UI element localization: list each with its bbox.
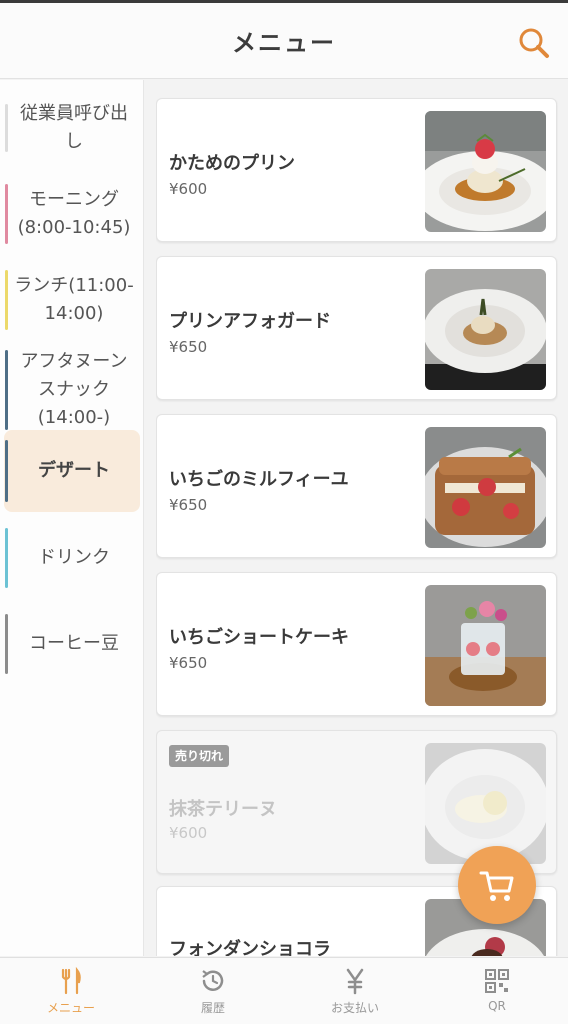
category-color-bar <box>5 614 8 674</box>
sold-out-badge: 売り切れ <box>169 745 230 767</box>
tab-qr[interactable]: QR <box>426 958 568 1024</box>
menu-item-name: フォンダンショコラ <box>169 939 331 956</box>
tab-label: メニュー <box>46 1001 95 1015</box>
tab-label: QR <box>488 999 506 1013</box>
tab-payment[interactable]: お支払い <box>284 958 426 1024</box>
category-sidebar: 従業員呼び出し モーニング(8:00-10:45) ランチ(11:00-14:0… <box>0 80 144 956</box>
category-color-bar <box>5 350 8 430</box>
sidebar-item-label: デザート <box>38 460 110 481</box>
menu-list: かためのプリン ¥600 プリンアフォガード ¥650 いちごのミルフィーユ ¥… <box>156 80 558 956</box>
cart-button[interactable] <box>458 846 536 924</box>
category-color-bar <box>5 270 8 330</box>
menu-card[interactable]: かためのプリン ¥600 <box>156 98 557 242</box>
search-icon[interactable] <box>516 25 552 61</box>
menu-item-price: ¥650 <box>169 496 208 514</box>
header: メニュー <box>0 3 568 79</box>
category-color-bar <box>5 440 8 502</box>
menu-card[interactable]: いちごのミルフィーユ ¥650 <box>156 414 557 558</box>
menu-item-photo <box>425 585 546 706</box>
history-icon <box>202 970 224 991</box>
menu-item-photo <box>425 111 546 232</box>
sidebar-item-dessert[interactable]: デザート <box>0 430 144 512</box>
menu-item-name: いちごショートケーキ <box>169 627 349 648</box>
sidebar-item-staff-call[interactable]: 従業員呼び出し <box>0 94 144 162</box>
category-color-bar <box>5 104 8 152</box>
category-color-bar <box>5 528 8 588</box>
sidebar-item-afternoon-snack[interactable]: アフタヌーンスナック(14:00-) <box>0 342 144 438</box>
sidebar-item-label: 従業員呼び出し <box>20 103 128 152</box>
sidebar-item-label: モーニング(8:00-10:45) <box>17 189 131 238</box>
sidebar-item-label: ランチ(11:00-14:00) <box>14 275 134 324</box>
menu-item-name: 抹茶テリーヌ <box>169 799 277 820</box>
sidebar-item-drink[interactable]: ドリンク <box>0 524 144 592</box>
menu-item-name: プリンアフォガード <box>169 311 331 332</box>
menu-item-price: ¥650 <box>169 338 208 356</box>
sidebar-item-lunch[interactable]: ランチ(11:00-14:00) <box>0 266 144 334</box>
qr-code-icon <box>485 969 509 993</box>
tab-label: お支払い <box>330 1001 379 1015</box>
tab-label: 履歴 <box>200 1001 225 1015</box>
menu-card[interactable]: プリンアフォガード ¥650 <box>156 256 557 400</box>
sidebar-item-label: アフタヌーンスナック(14:00-) <box>20 351 128 428</box>
category-color-bar <box>5 184 8 244</box>
fork-knife-icon <box>61 967 81 995</box>
menu-item-photo <box>425 427 546 548</box>
cart-icon <box>479 871 514 901</box>
yen-icon <box>346 968 364 995</box>
menu-item-price: ¥600 <box>169 180 208 198</box>
menu-item-name: かためのプリン <box>169 153 295 174</box>
menu-item-price: ¥600 <box>169 824 208 842</box>
menu-card[interactable]: いちごショートケーキ ¥650 <box>156 572 557 716</box>
menu-item-price: ¥650 <box>169 654 208 672</box>
tab-menu[interactable]: メニュー <box>0 958 142 1024</box>
sidebar-item-coffee-beans[interactable]: コーヒー豆 <box>0 610 144 678</box>
menu-item-photo <box>425 743 546 864</box>
menu-item-photo <box>425 269 546 390</box>
tab-history[interactable]: 履歴 <box>142 958 284 1024</box>
sidebar-item-label: ドリンク <box>38 547 110 568</box>
sidebar-item-morning[interactable]: モーニング(8:00-10:45) <box>0 180 144 248</box>
menu-item-name: いちごのミルフィーユ <box>169 469 349 490</box>
bottom-tab-bar: メニュー 履歴 お支払い QR <box>0 957 568 1024</box>
sidebar-item-label: コーヒー豆 <box>29 633 119 654</box>
page-title: メニュー <box>232 29 336 57</box>
